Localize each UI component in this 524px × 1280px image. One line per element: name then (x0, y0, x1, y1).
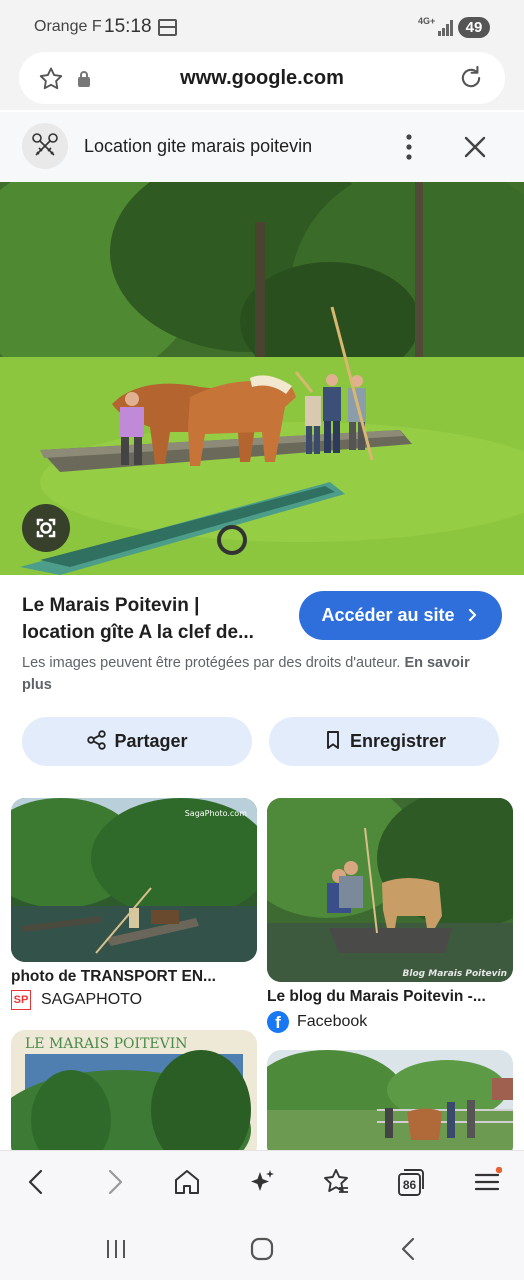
related-watermark: SagaPhoto.com (185, 809, 247, 818)
reload-icon[interactable] (457, 64, 485, 92)
share-icon (87, 730, 107, 750)
home-nav-icon[interactable] (249, 1236, 275, 1262)
boat-cow-photo: SagaPhoto.com (11, 798, 257, 962)
recent-apps-icon[interactable] (103, 1236, 129, 1262)
related-thumbnail[interactable]: LE MARAIS POITEVIN (11, 1030, 257, 1160)
system-navigation-bar (0, 1214, 524, 1280)
bookmark-icon (327, 731, 339, 750)
browser-toolbar: 86 (0, 1150, 524, 1214)
copyright-notice: Les images peuvent être protégées par de… (22, 652, 492, 696)
more-options-icon[interactable] (404, 134, 414, 160)
marais-postcard-image: LE MARAIS POITEVIN (11, 1030, 257, 1160)
related-source: f Facebook (267, 1011, 367, 1033)
back-icon[interactable] (22, 1167, 52, 1197)
url-text[interactable]: www.google.com (19, 67, 505, 90)
tab-count: 86 (402, 1178, 417, 1192)
signal-icon (438, 20, 455, 36)
related-thumbnail[interactable] (267, 1050, 513, 1160)
visit-site-button[interactable]: Accéder au site (299, 591, 502, 640)
home-icon[interactable] (172, 1167, 202, 1197)
address-bar[interactable]: www.google.com (19, 52, 505, 104)
related-result-card[interactable]: LE MARAIS POITEVIN (11, 1030, 257, 1160)
carrier-name: Orange F (34, 18, 102, 35)
related-result-card[interactable] (267, 1050, 513, 1160)
save-label: Enregistrer (349, 731, 447, 751)
visit-site-label: Accéder au site (321, 605, 455, 625)
farm-cattle-photo (267, 1050, 513, 1160)
status-bar: Orange F 15:18 4G+ 49 (0, 0, 524, 52)
related-thumbnail[interactable]: Blog Marais Poitevin (267, 798, 513, 982)
tabs-button[interactable]: 86 (396, 1167, 426, 1197)
keys-icon (32, 133, 58, 156)
related-thumbnail[interactable]: SagaPhoto.com (11, 798, 257, 962)
clock: 15:18 (104, 16, 152, 37)
sagaphoto-logo-icon: SP (11, 990, 31, 1010)
lens-search-button[interactable] (22, 504, 70, 552)
ai-sparkle-icon[interactable] (247, 1167, 277, 1197)
result-title-line2: location gîte A la clef de... (22, 622, 254, 643)
source-name: SAGAPHOTO (41, 991, 143, 1008)
close-icon[interactable] (462, 134, 488, 160)
back-nav-icon[interactable] (396, 1236, 422, 1262)
related-result-card[interactable]: SagaPhoto.com photo de TRANSPORT EN... S… (11, 798, 257, 1018)
forward-icon[interactable] (99, 1167, 129, 1197)
related-caption: photo de TRANSPORT EN... (11, 968, 216, 985)
related-caption: Le blog du Marais Poitevin -... (267, 988, 486, 1005)
source-name: Facebook (297, 1013, 368, 1030)
marais-horses-boat-photo (0, 182, 524, 575)
bookmarks-star-icon[interactable] (321, 1167, 351, 1197)
share-label: Partager (114, 731, 188, 751)
share-button[interactable]: Partager (22, 717, 252, 766)
postcard-banner: LE MARAIS POITEVIN (25, 1036, 188, 1052)
related-watermark: Blog Marais Poitevin (403, 969, 507, 979)
search-query-title: Location gite marais poitevin (84, 136, 313, 156)
address-bar-container: www.google.com (0, 52, 524, 110)
main-result-image[interactable] (0, 182, 524, 575)
result-title[interactable]: Le Marais Poitevin | location gîte A la … (22, 592, 286, 646)
men-cow-boat-photo: Blog Marais Poitevin (267, 798, 513, 982)
battery-indicator: 49 (458, 17, 490, 38)
copyright-text: Les images peuvent être protégées par de… (22, 655, 401, 671)
lens-camera-icon (36, 518, 56, 538)
menu-icon[interactable] (472, 1167, 502, 1197)
facebook-logo-icon: f (267, 1011, 289, 1033)
result-title-line1: Le Marais Poitevin | (22, 595, 200, 616)
chevron-right-icon (468, 609, 476, 622)
site-favicon (22, 123, 68, 169)
sim-icon (158, 19, 177, 36)
save-button[interactable]: Enregistrer (269, 717, 499, 766)
related-result-card[interactable]: Blog Marais Poitevin Le blog du Marais P… (267, 798, 513, 1034)
network-type-badge: 4G+ (418, 16, 436, 26)
related-source: SP SAGAPHOTO (11, 990, 142, 1010)
lens-header: Location gite marais poitevin (0, 112, 524, 182)
